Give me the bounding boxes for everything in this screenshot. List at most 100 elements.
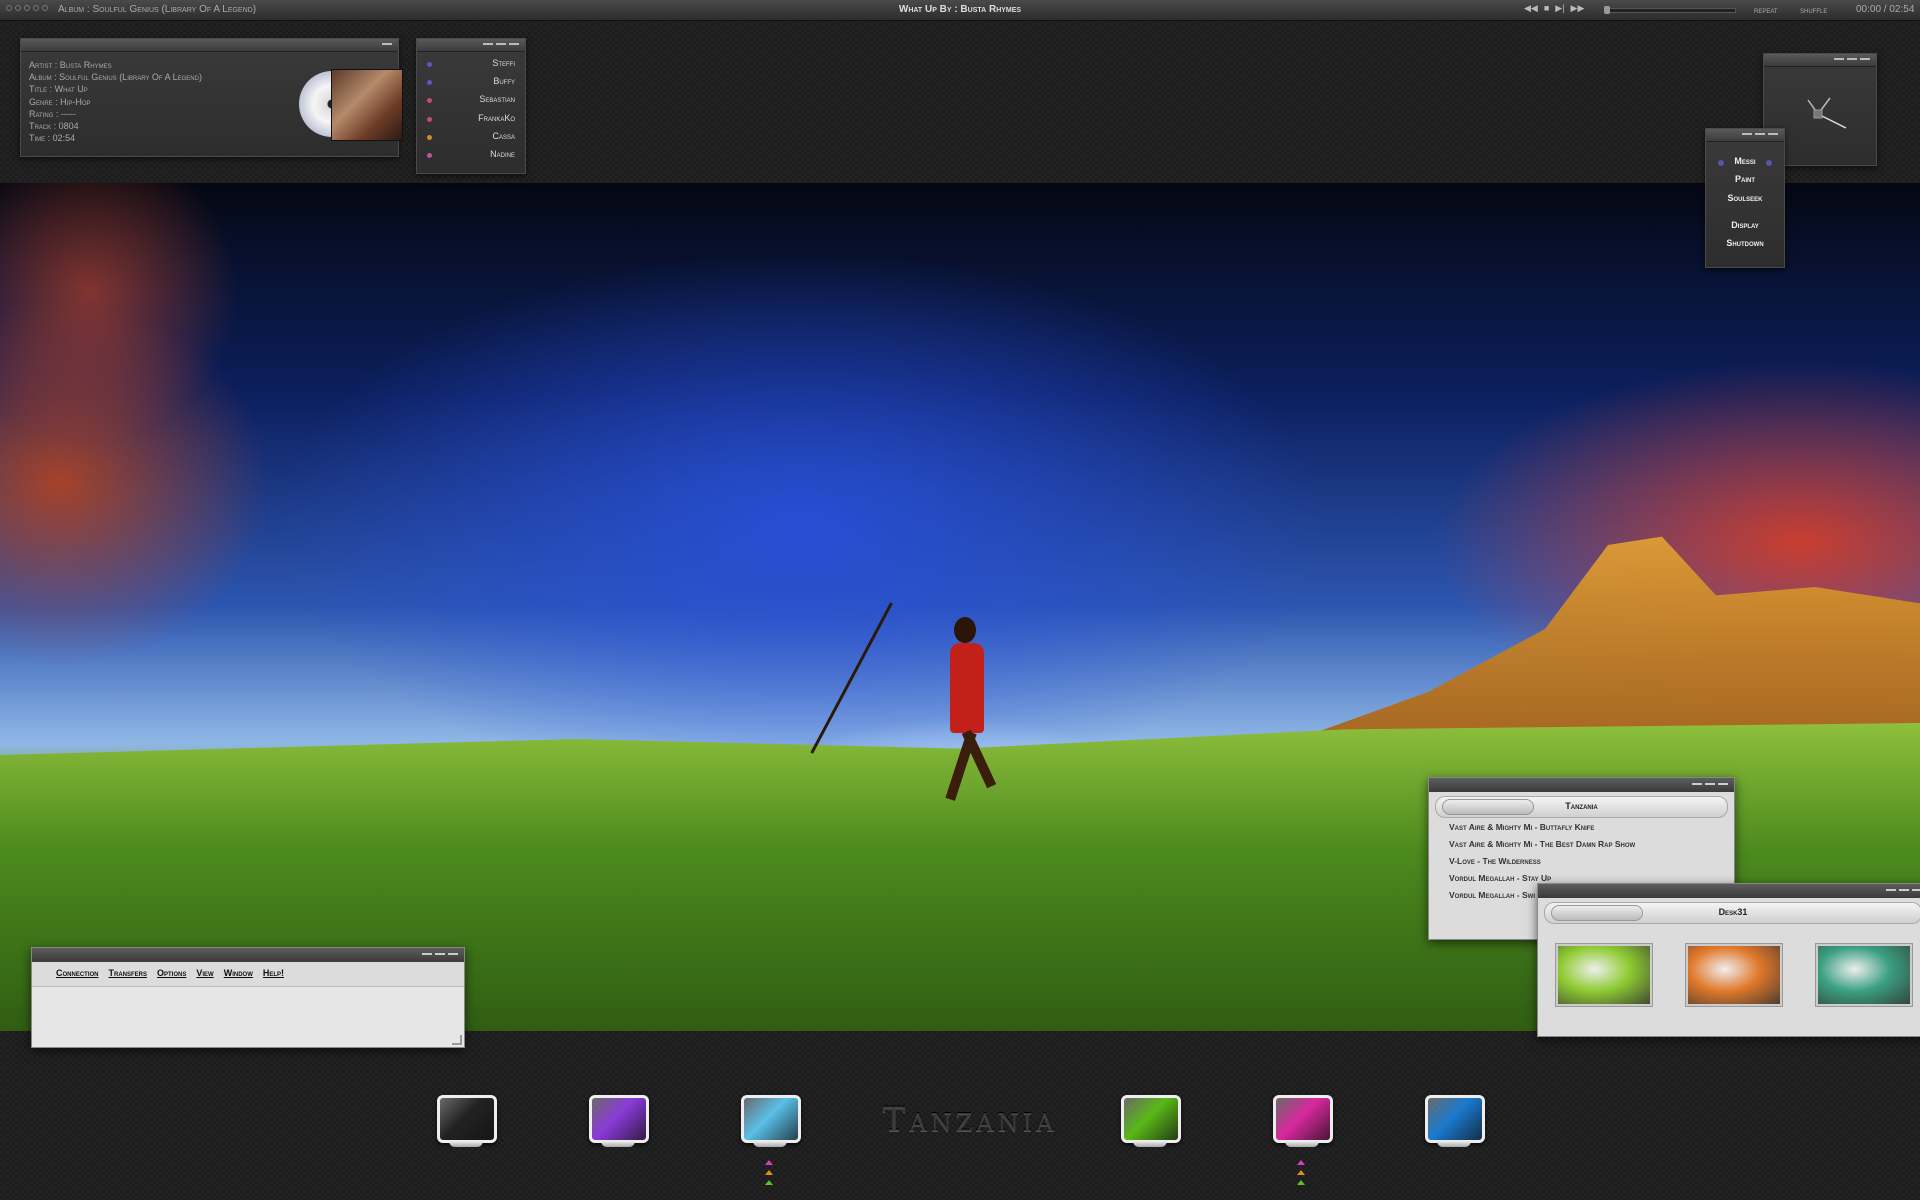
contact-item[interactable]: Steffi <box>427 58 515 76</box>
minimize-icon[interactable] <box>1912 889 1920 891</box>
minimize-icon[interactable] <box>1718 783 1728 785</box>
player-time: 00:00 / 02:54 <box>1856 4 1915 15</box>
minimize-icon[interactable] <box>483 43 493 45</box>
panel-titlebar[interactable] <box>21 39 398 52</box>
dock-icon-aqua-monitor[interactable] <box>739 1095 801 1153</box>
launcher-item-display[interactable]: Display <box>1706 220 1784 238</box>
monitor-screen <box>437 1095 497 1143</box>
launcher-item-paint[interactable]: Paint <box>1706 174 1784 192</box>
album-line: Album : Soulful Genius (Library Of A Leg… <box>29 72 202 83</box>
playlist-item[interactable]: Vast Aire & Mighty Mi - Buttafly Knife <box>1449 822 1734 839</box>
minimize-icon[interactable] <box>1847 58 1857 60</box>
minimize-icon[interactable] <box>1692 783 1702 785</box>
status-dot-icon <box>427 152 432 158</box>
contact-item[interactable]: Nadine <box>427 149 515 167</box>
monitor-screen <box>1425 1095 1485 1143</box>
contact-name: Nadine <box>490 148 515 159</box>
now-playing-panel: Artist : Busta Rhymes Album : Soulful Ge… <box>20 38 403 157</box>
dock-icon-blue-monitor[interactable] <box>1423 1095 1485 1153</box>
dot-icon[interactable] <box>24 5 30 11</box>
wallpaper-thumbnail[interactable] <box>1556 944 1652 1006</box>
menu-options[interactable]: Options <box>157 968 186 978</box>
minimize-icon[interactable] <box>496 43 506 45</box>
menu-window[interactable]: Window <box>224 968 253 978</box>
track-line: Track : 0804 <box>29 121 79 132</box>
contact-item[interactable]: Buffy <box>427 76 515 94</box>
contact-item[interactable]: FrankaKo <box>427 113 515 131</box>
contact-item[interactable]: Cassa <box>427 131 515 149</box>
minimize-icon[interactable] <box>1834 58 1844 60</box>
minimize-icon[interactable] <box>1768 133 1778 135</box>
dot-icon[interactable] <box>42 5 48 11</box>
minimize-icon[interactable] <box>1899 889 1909 891</box>
wallpaper-thumbnail[interactable] <box>1816 944 1912 1006</box>
dock-icon-magenta-monitor[interactable] <box>1271 1095 1333 1153</box>
launcher-panel: Messi Paint Soulseek Display Shutdown <box>1705 128 1785 268</box>
previous-track-icon[interactable]: ◀◀ <box>1524 3 1538 14</box>
playlist-toolbar: Tanzania <box>1435 796 1728 818</box>
window-titlebar[interactable] <box>32 948 464 962</box>
seek-knob[interactable] <box>1604 6 1610 14</box>
minimize-icon[interactable] <box>1755 133 1765 135</box>
dot-icon[interactable] <box>6 5 12 11</box>
next-track-icon[interactable]: ▶▶ <box>1571 3 1585 14</box>
minimize-icon[interactable] <box>1860 58 1870 60</box>
dot-icon[interactable] <box>33 5 39 11</box>
window-content <box>32 986 464 1047</box>
launcher-item-messi[interactable]: Messi <box>1706 156 1784 174</box>
minimize-icon[interactable] <box>1886 889 1896 891</box>
playlist-title: Tanzania <box>1565 801 1598 811</box>
launcher-label: Display <box>1731 219 1759 230</box>
track-info: Artist : Busta Rhymes Album : Soulful Ge… <box>29 59 202 144</box>
thumbnail-grid <box>1556 944 1912 1006</box>
launcher-item-soulseek[interactable]: Soulseek <box>1706 193 1784 211</box>
launcher-item-shutdown[interactable]: Shutdown <box>1706 238 1784 256</box>
monitor-screen <box>1121 1095 1181 1143</box>
panel-titlebar[interactable] <box>1706 129 1784 142</box>
minimize-icon[interactable] <box>448 953 458 955</box>
seek-slider[interactable] <box>1604 6 1736 14</box>
bullet-icon <box>1718 160 1724 166</box>
window-titlebar[interactable] <box>1538 884 1920 898</box>
minimize-icon[interactable] <box>1705 783 1715 785</box>
wallpaper-thumbnail[interactable] <box>1686 944 1782 1006</box>
dock-icon-black-monitor[interactable] <box>435 1095 497 1153</box>
minimize-icon[interactable] <box>382 43 392 45</box>
monitor-screen <box>741 1095 801 1143</box>
player-dots <box>6 5 48 11</box>
wallpaper-browser-window: Desk31 <box>1537 883 1920 1037</box>
contacts-panel: Steffi Buffy Sebastian FrankaKo Cassa Na… <box>416 38 526 174</box>
menu-view[interactable]: View <box>196 968 213 978</box>
panel-titlebar[interactable] <box>417 39 525 52</box>
dock-title: Tanzania <box>882 1100 1058 1140</box>
spear-thrower <box>810 602 1030 843</box>
monitor-stand <box>449 1141 483 1147</box>
minimize-icon[interactable] <box>1742 133 1752 135</box>
menu-transfers[interactable]: Transfers <box>109 968 148 978</box>
play-icon[interactable]: ▶| <box>1555 3 1564 14</box>
menu-help[interactable]: Help! <box>263 968 284 978</box>
dot-icon[interactable] <box>15 5 21 11</box>
window-titlebar[interactable] <box>1429 778 1734 792</box>
repeat-button[interactable]: repeat <box>1754 5 1778 15</box>
playlist-item[interactable]: Vast Aire & Mighty Mi - The Best Damn Ra… <box>1449 839 1734 856</box>
album-cover <box>331 69 403 141</box>
minimize-icon[interactable] <box>422 953 432 955</box>
running-indicator-icon <box>765 1160 773 1165</box>
menu-connection[interactable]: Connection <box>56 968 99 978</box>
contact-item[interactable]: Sebastian <box>427 94 515 112</box>
panel-titlebar[interactable] <box>1764 54 1876 67</box>
launcher-label: Messi <box>1734 156 1756 166</box>
playlist-item[interactable]: V-Love - The Wilderness <box>1449 856 1734 873</box>
running-indicator-icon <box>765 1170 773 1175</box>
dock-icon-green-monitor[interactable] <box>1119 1095 1181 1153</box>
shuffle-button[interactable]: shuffle <box>1800 5 1827 15</box>
minimize-icon[interactable] <box>509 43 519 45</box>
artist-line: Artist : Busta Rhymes <box>29 60 112 70</box>
stop-icon[interactable]: ■ <box>1544 3 1549 14</box>
analog-clock-icon <box>1807 97 1847 129</box>
launcher-label: Paint <box>1734 174 1755 185</box>
dock-icon-purple-monitor[interactable] <box>587 1095 649 1153</box>
minimize-icon[interactable] <box>435 953 445 955</box>
resize-grip-icon[interactable] <box>452 1035 462 1045</box>
